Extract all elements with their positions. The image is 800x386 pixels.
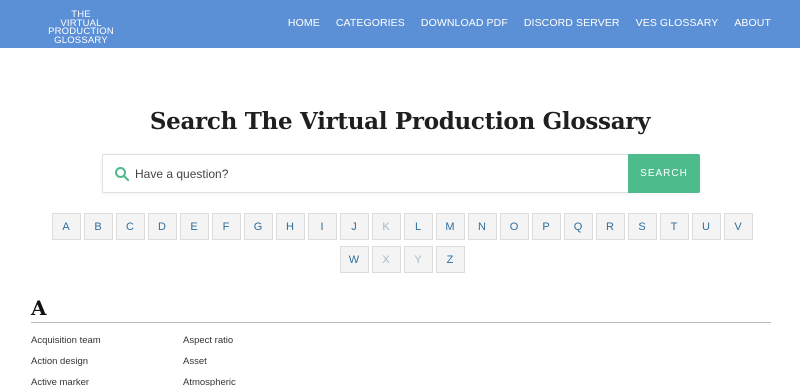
letter-h-button[interactable]: H — [275, 213, 305, 240]
letter-s-button[interactable]: S — [627, 213, 657, 240]
letter-p-button[interactable]: P — [531, 213, 561, 240]
letter-r-button[interactable]: R — [595, 213, 625, 240]
letter-k-button: K — [371, 213, 401, 240]
letter-w-button[interactable]: W — [339, 246, 369, 273]
term-link[interactable]: Acquisition team — [31, 335, 183, 346]
letter-n-button[interactable]: N — [467, 213, 497, 240]
letter-q-button[interactable]: Q — [563, 213, 593, 240]
letter-m-button[interactable]: M — [435, 213, 465, 240]
nav-categories[interactable]: CATEGORIES — [336, 17, 405, 29]
letter-u-button[interactable]: U — [691, 213, 721, 240]
letter-v-button[interactable]: V — [723, 213, 753, 240]
letter-z-button[interactable]: Z — [435, 246, 465, 273]
letter-a-button[interactable]: A — [51, 213, 81, 240]
alphabet-row: ABCDEFGHIJKLMNOPQRSTUV — [42, 213, 762, 240]
letter-t-button[interactable]: T — [659, 213, 689, 240]
letter-i-button[interactable]: I — [307, 213, 337, 240]
nav-home[interactable]: HOME — [288, 17, 320, 29]
term-link[interactable]: Asset — [183, 356, 383, 367]
section-heading: A — [31, 296, 47, 320]
term-row: Action design Asset — [31, 351, 771, 372]
term-row: Active marker Atmospheric — [31, 372, 771, 386]
letter-e-button[interactable]: E — [179, 213, 209, 240]
search-box: SEARCH — [102, 154, 700, 193]
letter-o-button[interactable]: O — [499, 213, 529, 240]
alphabet-index: ABCDEFGHIJKLMNOPQRSTUV WXYZ — [42, 213, 762, 279]
letter-y-button: Y — [403, 246, 433, 273]
logo-line: VIRTUAL PRODUCTION — [48, 17, 114, 37]
search-icon — [114, 166, 130, 182]
page-title: Search The Virtual Production Glossary — [149, 108, 651, 135]
letter-f-button[interactable]: F — [211, 213, 241, 240]
nav-about[interactable]: ABOUT — [734, 17, 771, 29]
logo-line: GLOSSARY — [54, 34, 108, 46]
term-link[interactable]: Aspect ratio — [183, 335, 383, 346]
term-link[interactable]: Active marker — [31, 377, 183, 386]
search-input[interactable] — [135, 161, 615, 187]
nav-discord-server[interactable]: DISCORD SERVER — [524, 17, 620, 29]
letter-d-button[interactable]: D — [147, 213, 177, 240]
letter-b-button[interactable]: B — [83, 213, 113, 240]
nav-ves-glossary[interactable]: VES GLOSSARY — [636, 17, 719, 29]
letter-j-button[interactable]: J — [339, 213, 369, 240]
letter-l-button[interactable]: L — [403, 213, 433, 240]
term-link[interactable]: Action design — [31, 356, 183, 367]
top-navigation-bar: THE VIRTUAL PRODUCTION GLOSSARY HOME CAT… — [0, 0, 800, 48]
term-row: Acquisition team Aspect ratio — [31, 330, 771, 351]
nav-download-pdf[interactable]: DOWNLOAD PDF — [421, 17, 508, 29]
term-list: Acquisition team Aspect ratio Action des… — [31, 330, 771, 386]
letter-x-button: X — [371, 246, 401, 273]
section-divider — [31, 322, 771, 323]
site-logo[interactable]: THE VIRTUAL PRODUCTION GLOSSARY — [31, 10, 131, 46]
term-link[interactable]: Atmospheric — [183, 377, 383, 386]
alphabet-row: WXYZ — [42, 246, 762, 273]
letter-g-button[interactable]: G — [243, 213, 273, 240]
main-nav: HOME CATEGORIES DOWNLOAD PDF DISCORD SER… — [272, 17, 771, 29]
search-button[interactable]: SEARCH — [628, 154, 700, 193]
letter-c-button[interactable]: C — [115, 213, 145, 240]
